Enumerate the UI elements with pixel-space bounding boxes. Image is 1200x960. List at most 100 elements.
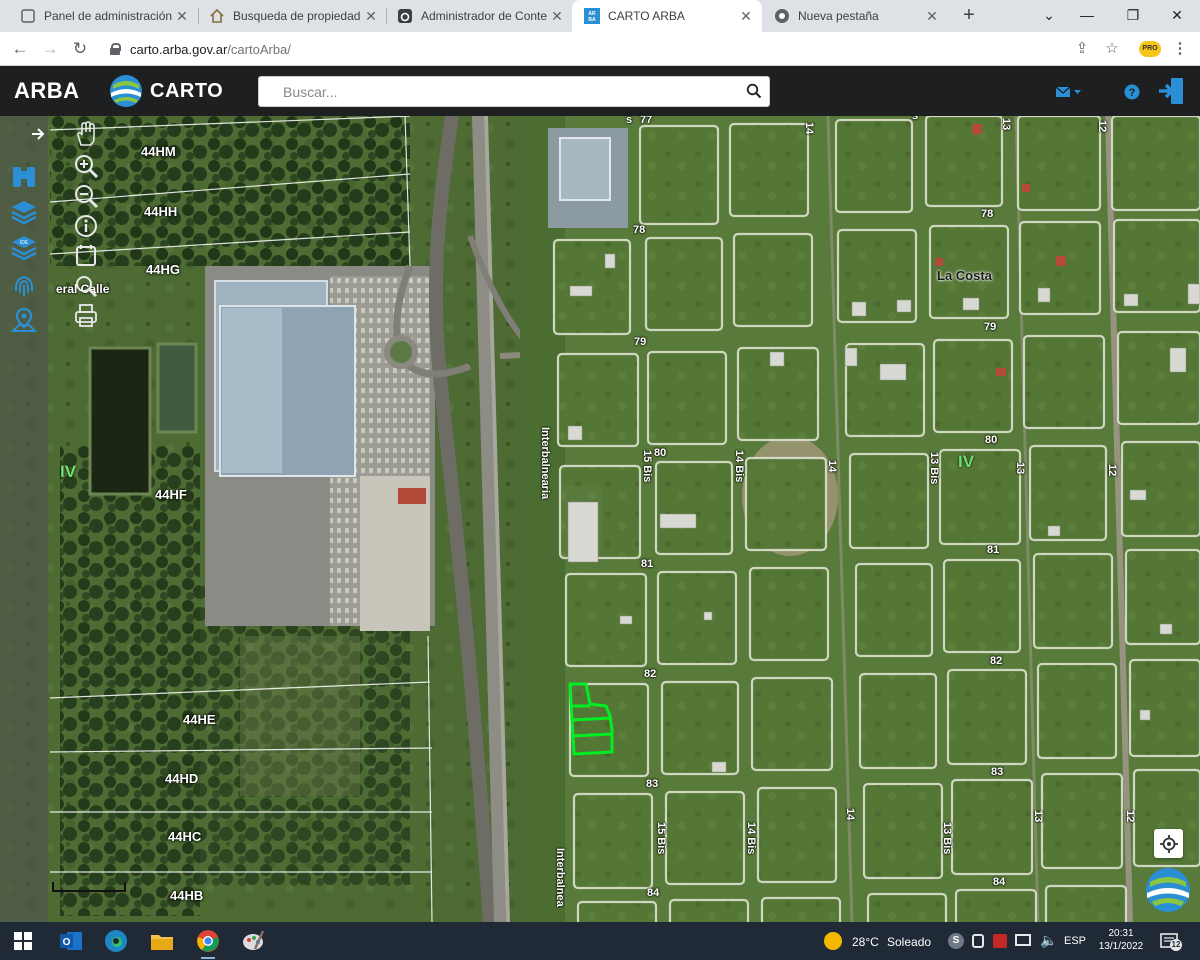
binoculars-icon[interactable] bbox=[10, 162, 38, 190]
weather-sun-icon[interactable] bbox=[824, 932, 842, 950]
tab-title: CARTO ARBA bbox=[608, 9, 685, 23]
arba-favicon: AR BA bbox=[584, 8, 600, 24]
messages-dropdown[interactable] bbox=[1054, 80, 1084, 104]
street-label: 12 bbox=[1106, 464, 1118, 477]
carto-logo[interactable]: CARTO bbox=[108, 72, 223, 110]
print-icon[interactable] bbox=[71, 302, 101, 330]
layers-icon[interactable] bbox=[10, 198, 38, 226]
zone-label: 44HE bbox=[183, 712, 216, 727]
tab-panel-administracion[interactable]: Panel de administración ✕ bbox=[8, 0, 198, 32]
reload-icon[interactable]: ↻ bbox=[68, 37, 92, 61]
street-label: 14 Bis bbox=[745, 822, 757, 855]
street-label: 80 bbox=[654, 447, 667, 459]
outlook-icon[interactable]: O bbox=[56, 926, 86, 956]
close-tab-icon[interactable]: ✕ bbox=[922, 8, 942, 25]
notifications-icon[interactable]: 12 bbox=[1160, 931, 1182, 951]
restore-icon[interactable]: ❐ bbox=[1110, 0, 1156, 32]
back-arrow-icon[interactable]: ← bbox=[8, 37, 32, 61]
zoom-in-icon[interactable] bbox=[71, 152, 101, 180]
satellite-imagery bbox=[0, 116, 1200, 922]
chrome-icon bbox=[774, 8, 790, 24]
close-tab-icon[interactable]: ✕ bbox=[547, 8, 567, 25]
ide-layers-icon[interactable]: IDE bbox=[10, 234, 38, 262]
district-label: IV bbox=[958, 452, 975, 471]
locate-me-icon[interactable] bbox=[1154, 829, 1183, 858]
cms-icon bbox=[397, 8, 413, 24]
info-icon[interactable] bbox=[71, 212, 101, 240]
skype-icon[interactable]: S bbox=[948, 933, 964, 949]
street-label: 79 bbox=[634, 336, 647, 348]
tab-title: Busqueda de propiedades bbox=[233, 9, 361, 23]
expand-arrow-icon[interactable] bbox=[30, 126, 46, 142]
clock[interactable]: 20:31 13/1/2022 bbox=[1092, 927, 1150, 953]
street-label: 79 bbox=[984, 321, 997, 333]
svg-text:BA: BA bbox=[588, 17, 596, 23]
tab-nueva-pestana[interactable]: Nueva pestaña ✕ bbox=[762, 0, 948, 32]
measure-icon[interactable] bbox=[71, 242, 101, 270]
close-tab-icon[interactable]: ✕ bbox=[361, 8, 381, 25]
map-sidebar: IDE bbox=[0, 116, 48, 922]
url-path: /cartoArba/ bbox=[227, 41, 291, 57]
zone-label: 44HG bbox=[146, 262, 180, 277]
tab-busqueda-propiedades[interactable]: Busqueda de propiedades ✕ bbox=[197, 0, 387, 32]
volume-icon[interactable]: 🔈 bbox=[1040, 932, 1057, 949]
street-label: 82 bbox=[990, 655, 1003, 667]
street-label: 78 bbox=[981, 208, 994, 220]
arba-logo[interactable]: ARBA bbox=[14, 78, 80, 104]
fingerprint-icon[interactable] bbox=[10, 272, 38, 300]
tab-administrador-contenidos[interactable]: Administrador de Contenidos ✕ bbox=[385, 0, 573, 32]
browser-tab-strip: Panel de administración ✕ Busqueda de pr… bbox=[0, 0, 1200, 32]
street-label: s bbox=[912, 116, 919, 122]
street-label: 15 Bis bbox=[655, 822, 667, 855]
new-tab-button[interactable]: + bbox=[956, 3, 982, 29]
zone-label: 44HH bbox=[144, 204, 178, 219]
share-icon[interactable]: ⇪ bbox=[1070, 37, 1094, 61]
paint-icon[interactable] bbox=[238, 926, 268, 956]
chrome-taskbar-icon[interactable] bbox=[193, 926, 223, 959]
edge-icon[interactable] bbox=[101, 926, 131, 956]
menu-kebab-icon[interactable]: ⋮ bbox=[1168, 37, 1192, 61]
phone-link-icon[interactable] bbox=[972, 934, 984, 948]
district-label: IV bbox=[60, 462, 77, 481]
close-tab-icon[interactable]: ✕ bbox=[172, 8, 192, 25]
map-view[interactable]: 44HM 44HH 44HG 44HF 44HE 44HD 44HC 44HB … bbox=[0, 116, 1200, 922]
street-label: 14 bbox=[844, 808, 856, 821]
search-parcel-icon[interactable] bbox=[71, 272, 101, 300]
zoom-out-icon[interactable] bbox=[71, 182, 101, 210]
help-icon[interactable]: ? bbox=[1120, 80, 1144, 104]
envelope-icon bbox=[1055, 86, 1081, 97]
tab-carto-arba[interactable]: AR BA CARTO ARBA ✕ bbox=[572, 0, 762, 32]
windows-start-icon[interactable] bbox=[8, 926, 38, 956]
notification-count: 12 bbox=[1170, 939, 1182, 951]
carto-map-logo-icon bbox=[1144, 866, 1192, 914]
url-host: carto.arba.gov.ar bbox=[130, 41, 228, 57]
street-label: 83 bbox=[646, 778, 659, 790]
location-pin-icon[interactable] bbox=[10, 306, 38, 334]
file-explorer-icon[interactable] bbox=[147, 926, 177, 956]
street-label: 12 bbox=[1124, 810, 1136, 823]
weather-temp[interactable]: 28°C bbox=[852, 935, 879, 949]
search-icon[interactable] bbox=[746, 83, 762, 99]
street-label: 14 bbox=[826, 460, 838, 473]
zone-label: 44HF bbox=[155, 487, 187, 502]
search-input[interactable] bbox=[259, 77, 739, 106]
forward-arrow-icon[interactable]: → bbox=[38, 37, 62, 61]
street-label: Interbalnea bbox=[554, 848, 566, 907]
close-tab-icon[interactable]: ✕ bbox=[736, 8, 756, 25]
login-icon[interactable] bbox=[1156, 75, 1188, 107]
security-shield-icon[interactable] bbox=[993, 934, 1007, 948]
minimize-icon[interactable]: — bbox=[1064, 0, 1110, 32]
address-bar[interactable]: carto.arba.gov.ar /cartoArba/ bbox=[100, 36, 1130, 62]
weather-text[interactable]: Soleado bbox=[887, 935, 931, 949]
carto-title: CARTO bbox=[150, 79, 224, 102]
search-box bbox=[258, 76, 770, 107]
scale-bar bbox=[52, 882, 126, 892]
pan-hand-icon[interactable] bbox=[71, 120, 101, 148]
network-icon[interactable] bbox=[1015, 934, 1031, 946]
language-indicator[interactable]: ESP bbox=[1064, 935, 1086, 947]
bookmark-star-icon[interactable]: ☆ bbox=[1100, 37, 1124, 61]
close-window-icon[interactable]: ✕ bbox=[1154, 0, 1200, 32]
extension-icon[interactable]: PRO bbox=[1139, 41, 1161, 57]
street-label: 13 Bis bbox=[928, 452, 940, 485]
street-label: 84 bbox=[993, 876, 1006, 888]
